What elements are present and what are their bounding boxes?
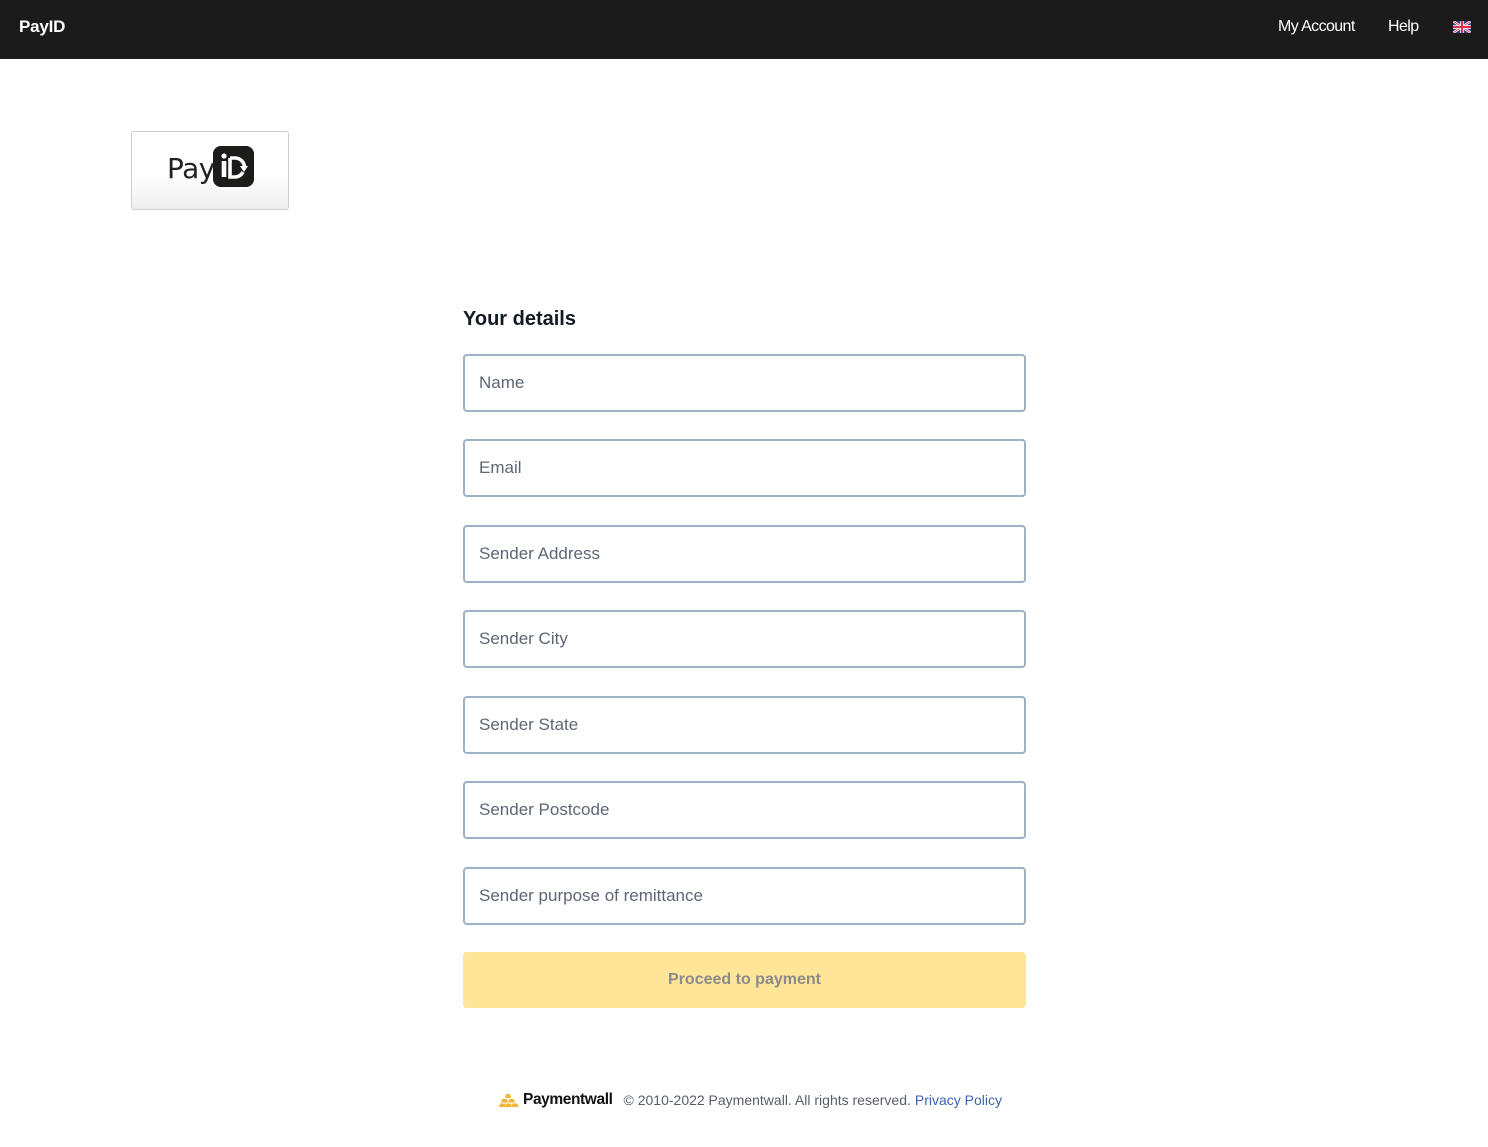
sender-postcode-input[interactable] <box>463 781 1026 839</box>
help-link[interactable]: Help <box>1388 18 1419 36</box>
sender-address-input[interactable] <box>463 525 1026 583</box>
email-input[interactable] <box>463 439 1026 497</box>
sender-state-input[interactable] <box>463 696 1026 754</box>
my-account-link[interactable]: My Account <box>1278 18 1355 36</box>
form-title: Your details <box>463 308 576 330</box>
sender-purpose-input[interactable] <box>463 867 1026 925</box>
payid-badge-icon <box>213 146 254 187</box>
uk-flag-icon[interactable] <box>1453 21 1471 33</box>
brand-title[interactable]: PayID <box>19 17 65 37</box>
payment-method-logo: Pay <box>131 131 289 210</box>
gold-bars-icon <box>499 1094 519 1107</box>
top-navigation-bar: PayID My Account Help <box>0 0 1488 59</box>
proceed-to-payment-button[interactable]: Proceed to payment <box>463 952 1026 1008</box>
paymentwall-logo-text: Paymentwall <box>523 1091 613 1108</box>
footer: Paymentwall © 2010-2022 Paymentwall. All… <box>499 1090 1002 1110</box>
copyright-text: © 2010-2022 Paymentwall. All rights rese… <box>623 1092 911 1108</box>
sender-city-input[interactable] <box>463 610 1026 668</box>
name-input[interactable] <box>463 354 1026 412</box>
privacy-policy-link[interactable]: Privacy Policy <box>915 1092 1002 1108</box>
logo-pay-text: Pay <box>167 152 215 185</box>
